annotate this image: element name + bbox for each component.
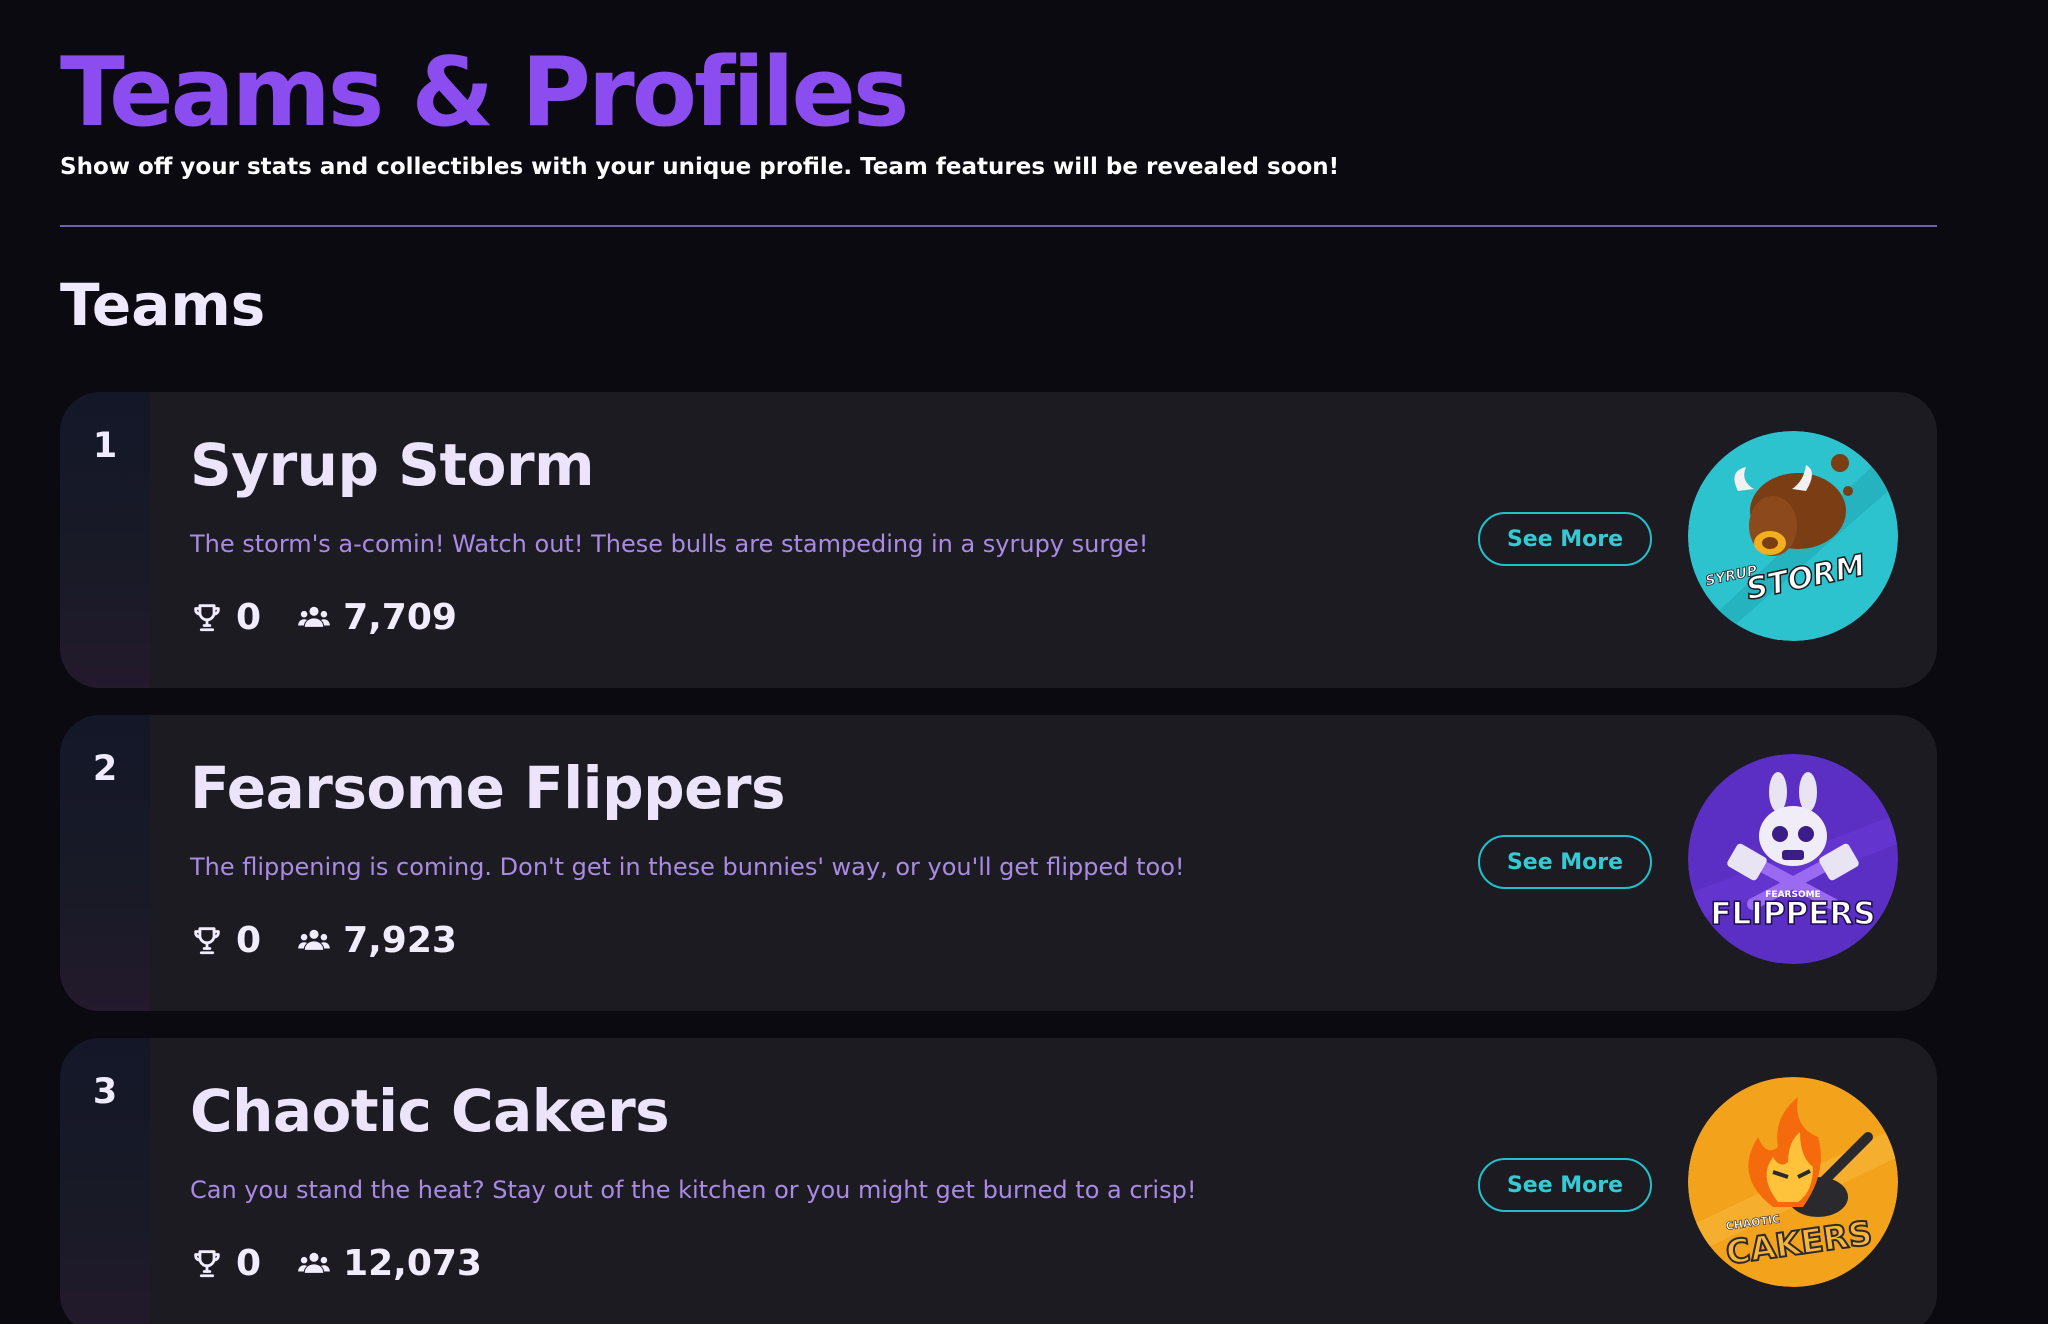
page-subtitle: Show off your stats and collectibles wit…: [60, 154, 1340, 180]
trophy-icon: [194, 604, 220, 632]
trophy-icon: [194, 927, 220, 955]
team-stats: 0 7,923: [190, 915, 457, 965]
team-rank: 2: [92, 749, 118, 789]
rank-strip: 1: [60, 392, 150, 688]
divider: [60, 225, 1937, 227]
trophy-count: 0: [236, 919, 262, 961]
page-title: Teams & Profiles: [60, 38, 909, 148]
team-stats: 0 12,073: [190, 1238, 482, 1288]
team-stats: 0 7,709: [190, 592, 457, 642]
member-count: 7,923: [343, 919, 457, 961]
team-card-fearsome-flippers: 2 Fearsome Flippers The flippening is co…: [60, 715, 1937, 1011]
teams-profiles-page: Teams & Profiles Show off your stats and…: [0, 0, 2048, 1324]
fearsome-flippers-logo-icon: FEARSOME FLIPPERS: [1688, 754, 1898, 964]
see-more-button[interactable]: See More: [1478, 512, 1652, 566]
logo-big-text: FLIPPERS: [1710, 896, 1875, 932]
team-name: Fearsome Flippers: [190, 754, 786, 822]
team-description: Can you stand the heat? Stay out of the …: [190, 1176, 1197, 1204]
members-icon: [298, 606, 330, 627]
members-icon: [298, 1252, 330, 1273]
team-logo-syrup-storm: SYRUP STORM: [1688, 431, 1898, 641]
team-logo-chaotic-cakers: CHAOTIC CAKERS: [1688, 1077, 1898, 1287]
chaotic-cakers-logo-icon: CHAOTIC CAKERS: [1688, 1077, 1898, 1287]
rank-strip: 2: [60, 715, 150, 1011]
member-count: 7,709: [343, 596, 457, 638]
member-count: 12,073: [343, 1242, 482, 1284]
members-icon: [298, 929, 330, 950]
rank-strip: 3: [60, 1038, 150, 1324]
team-description: The storm's a-comin! Watch out! These bu…: [190, 530, 1149, 558]
see-more-button[interactable]: See More: [1478, 1158, 1652, 1212]
trophy-count: 0: [236, 596, 262, 638]
syrup-storm-logo-icon: SYRUP STORM: [1688, 431, 1898, 641]
team-card-syrup-storm: 1 Syrup Storm The storm's a-comin! Watch…: [60, 392, 1937, 688]
see-more-button[interactable]: See More: [1478, 835, 1652, 889]
team-rank: 3: [92, 1072, 118, 1112]
team-logo-fearsome-flippers: FEARSOME FLIPPERS: [1688, 754, 1898, 964]
section-title-teams: Teams: [60, 271, 266, 339]
team-card-chaotic-cakers: 3 Chaotic Cakers Can you stand the heat?…: [60, 1038, 1937, 1324]
team-description: The flippening is coming. Don't get in t…: [190, 853, 1185, 881]
team-name: Syrup Storm: [190, 431, 595, 499]
trophy-count: 0: [236, 1242, 262, 1284]
team-rank: 1: [92, 426, 118, 466]
team-name: Chaotic Cakers: [190, 1077, 670, 1145]
trophy-icon: [194, 1250, 220, 1278]
